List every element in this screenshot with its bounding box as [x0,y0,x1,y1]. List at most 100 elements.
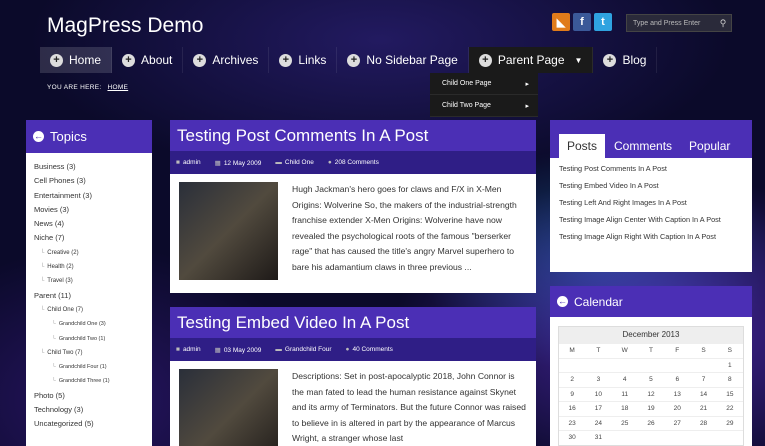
calendar-header: ← Calendar [550,286,752,317]
search-input[interactable]: Type and Press Enter ⚲ [626,14,732,32]
calendar-date: 12 [637,386,665,402]
calendar-title: Calendar [574,294,623,309]
post-date-label: 12 May 2009 [223,159,262,167]
nav-home-label: Home [69,53,102,67]
calendar-date: 9 [559,386,586,402]
tree-branch-icon: └ [40,349,45,356]
nav-links-label: Links [298,53,327,67]
calendar-date: 10 [585,386,612,402]
topic-item[interactable]: └ Child One (7) [34,303,152,317]
recent-post-link[interactable]: Testing Post Comments In A Post [559,164,744,174]
tab-posts[interactable]: Posts [559,134,606,158]
topic-item[interactable]: └ Grandchild Four (1) [34,360,152,374]
topic-item[interactable]: Photo (5) [34,389,152,403]
topic-label: Parent (11) [34,290,71,300]
tree-branch-icon: └ [40,278,45,285]
post-body: Descriptions: Set in post-apocalyptic 20… [170,361,536,446]
twitter-icon[interactable]: t [594,13,612,31]
dropdown-item-child-one[interactable]: Child One Page ▸ [430,73,538,95]
topic-item[interactable]: Uncategorized (5) [34,417,152,431]
post-category[interactable]: ▬ Child One [275,159,313,166]
topic-item[interactable]: └ Grandchild One (3) [34,317,152,331]
tree-branch-icon: └ [40,249,45,256]
calendar-date [637,357,665,373]
topic-item[interactable]: News (4) [34,217,152,231]
site-title[interactable]: MagPress Demo [47,14,203,38]
topic-item[interactable]: └ Grandchild Two (1) [34,332,152,346]
calendar-icon: ▦ [214,159,221,167]
plus-icon: + [50,53,63,67]
nav-home[interactable]: + Home [40,47,113,73]
topic-item[interactable]: Cell Phones (3) [34,174,152,188]
nav-about[interactable]: + About [112,47,184,73]
nav-about-label: About [141,53,173,67]
post-thumbnail[interactable] [179,182,278,280]
topic-item[interactable]: Business (3) [34,160,152,174]
calendar-date: 5 [637,372,665,387]
post-author[interactable]: ■ admin [176,159,201,166]
post-comments[interactable]: ● 40 Comments [346,346,393,353]
rss-icon[interactable]: ◣ [552,13,570,31]
topic-label: Cell Phones (3) [34,176,86,186]
chevron-right-icon: ▸ [525,80,529,88]
calendar-date: 18 [611,401,638,416]
post-author[interactable]: ■ admin [176,346,201,353]
topic-label: Business (3) [34,162,76,171]
post-date: ▦ 12 May 2009 [215,159,262,167]
calendar-date: 15 [716,386,743,402]
topic-item[interactable]: └ Travel (3) [34,274,152,288]
post-card: Testing Post Comments In A Post ■ admin ▦… [170,120,536,293]
dropdown-item-label: Child Two Page [442,102,491,109]
post-comments[interactable]: ● 208 Comments [328,159,379,166]
tree-branch-icon: └ [52,335,56,342]
calendar-date: 26 [637,415,665,431]
nav-no-sidebar[interactable]: + No Sidebar Page [337,47,469,73]
folder-icon: ▬ [275,346,282,353]
topic-item[interactable]: └ Health (2) [34,260,152,274]
topic-label: Technology (3) [34,405,84,415]
facebook-icon[interactable]: f [573,13,591,31]
nav-blog[interactable]: + Blog [593,47,658,73]
tree-branch-icon: └ [52,378,56,385]
post-excerpt: Hugh Jackman's hero goes for claws and F… [292,184,517,272]
post-excerpt: Descriptions: Set in post-apocalyptic 20… [292,371,526,443]
topic-item[interactable]: Parent (11) [34,289,152,303]
calendar-icon: ▦ [214,346,221,354]
user-icon: ■ [176,159,180,166]
topic-item[interactable]: Movies (3) [34,203,152,217]
search-icon[interactable]: ⚲ [715,18,731,29]
post-title[interactable]: Testing Post Comments In A Post [170,120,536,151]
recent-post-link[interactable]: Testing Image Align Center With Caption … [559,215,744,225]
tree-branch-icon: └ [52,364,56,371]
topic-item[interactable]: Entertainment (3) [34,189,152,203]
nav-links[interactable]: + Links [269,47,338,73]
calendar-date: 6 [664,372,691,387]
breadcrumb-home-link[interactable]: HOME [107,84,128,91]
topics-list: Business (3) Cell Phones (3) Entertainment… [26,153,152,432]
post-category[interactable]: ▬ Grandchild Four [275,346,331,353]
recent-post-link[interactable]: Testing Embed Video In A Post [559,181,744,191]
calendar-date: 4 [611,372,638,387]
arrow-left-icon: ← [33,131,44,142]
calendar-date: 23 [559,415,586,431]
topic-item[interactable]: └ Grandchild Three (1) [34,374,152,388]
plus-icon: + [279,53,293,67]
recent-post-link[interactable]: Testing Left And Right Images In A Post [559,198,744,208]
topic-item[interactable]: Niche (7) [34,231,152,245]
post-body: Hugh Jackman's hero goes for claws and F… [170,174,536,293]
post-title[interactable]: Testing Embed Video In A Post [170,307,536,338]
nav-archives[interactable]: + Archives [183,47,270,73]
nav-parent-page[interactable]: + Parent Page ▼ [468,47,594,73]
topic-item[interactable]: └ Creative (2) [34,246,152,260]
topic-item[interactable]: Technology (3) [34,403,152,417]
topic-label: Entertainment (3) [34,190,92,200]
post-thumbnail[interactable] [179,369,278,446]
topic-item[interactable]: └ Child Two (7) [34,346,152,360]
tab-comments[interactable]: Comments [606,134,680,158]
topic-label: Child Two (7) [47,349,83,356]
calendar-date: 22 [716,401,743,416]
post-card: Testing Embed Video In A Post ■ admin ▦ 03… [170,307,536,446]
tab-popular[interactable]: Popular [681,134,738,158]
recent-post-link[interactable]: Testing Image Align Right With Caption I… [559,232,744,242]
dropdown-item-child-two[interactable]: Child Two Page ▸ [430,95,538,117]
